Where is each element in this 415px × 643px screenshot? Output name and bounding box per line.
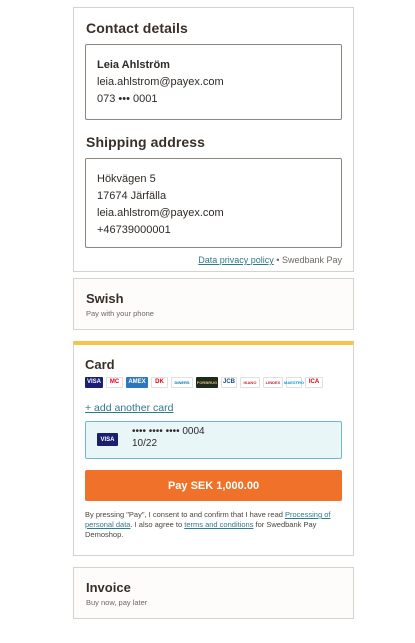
shipping-email: leia.ahlstrom@payex.com xyxy=(97,207,224,219)
contact-name: Leia Ahlström xyxy=(97,59,170,71)
swish-subtitle: Pay with your phone xyxy=(86,309,154,318)
jcb-icon: JCB xyxy=(221,376,237,388)
swish-title: Swish xyxy=(86,291,124,306)
forbrug-icon: FORBRUG xyxy=(196,376,218,388)
shipping-phone: +46739000001 xyxy=(97,224,171,236)
card-brand-logos: VISA MC AMEX DK DINERS FORBRUG JCB IKANO LINDEX M… xyxy=(85,375,342,389)
footer-brand: Swedbank Pay xyxy=(281,255,342,265)
saved-card[interactable]: VISA •••• •••• •••• 0004 10/22 xyxy=(85,421,342,459)
payment-option-swish[interactable]: Swish Pay with your phone xyxy=(73,278,354,330)
contact-phone: 073 ••• 0001 xyxy=(97,93,158,105)
customer-details-panel: Contact details Leia Ahlström leia.ahlst… xyxy=(73,7,354,272)
lindex-icon: LINDEX xyxy=(263,376,283,388)
ica-icon: ICA xyxy=(305,376,323,388)
saved-card-details: •••• •••• •••• 0004 10/22 xyxy=(132,426,205,450)
data-privacy-link[interactable]: Data privacy policy xyxy=(198,255,274,265)
visa-icon: VISA xyxy=(97,433,118,446)
card-title: Card xyxy=(85,357,115,372)
shipping-city: 17674 Järfälla xyxy=(97,190,167,202)
dk-icon: DK xyxy=(151,376,168,388)
details-footer: Data privacy policy • Swedbank Pay xyxy=(85,255,342,265)
terms-text-1: By pressing "Pay", I consent to and conf… xyxy=(85,510,286,519)
payment-option-card: Card VISA MC AMEX DK DINERS FORBRUG JCB IKANO LI… xyxy=(73,341,354,556)
maestro-icon: MAESTRO xyxy=(284,376,304,388)
saved-card-number: •••• •••• •••• 0004 xyxy=(132,426,205,437)
amex-icon: AMEX xyxy=(126,376,148,388)
add-another-card-link[interactable]: + add another card xyxy=(85,402,342,414)
pay-button[interactable]: Pay SEK 1,000.00 xyxy=(85,470,342,501)
shipping-address-box: Hökvägen 5 17674 Järfälla leia.ahlstrom@… xyxy=(85,158,342,248)
invoice-title: Invoice xyxy=(86,580,131,595)
shipping-street: Hökvägen 5 xyxy=(97,173,156,185)
footer-separator: • xyxy=(273,255,282,265)
diners-icon: DINERS xyxy=(171,376,193,388)
shipping-address-title: Shipping address xyxy=(86,134,206,150)
checkout-wrapper: Contact details Leia Ahlström leia.ahlst… xyxy=(73,7,354,619)
contact-details-title: Contact details xyxy=(86,20,188,36)
invoice-subtitle: Buy now, pay later xyxy=(86,598,148,607)
terms-and-conditions-link[interactable]: terms and conditions xyxy=(184,520,253,529)
visa-icon: VISA xyxy=(85,376,103,388)
terms-text-2: . I also agree to xyxy=(130,520,185,529)
contact-details-box: Leia Ahlström leia.ahlstrom@payex.com 07… xyxy=(85,44,342,120)
contact-email: leia.ahlstrom@payex.com xyxy=(97,76,224,88)
terms-text: By pressing "Pay", I consent to and conf… xyxy=(85,510,342,540)
saved-card-expiry: 10/22 xyxy=(132,438,158,449)
mc-icon: MC xyxy=(106,376,123,388)
ikano-icon: IKANO xyxy=(240,376,260,388)
payment-option-invoice[interactable]: Invoice Buy now, pay later xyxy=(73,567,354,619)
